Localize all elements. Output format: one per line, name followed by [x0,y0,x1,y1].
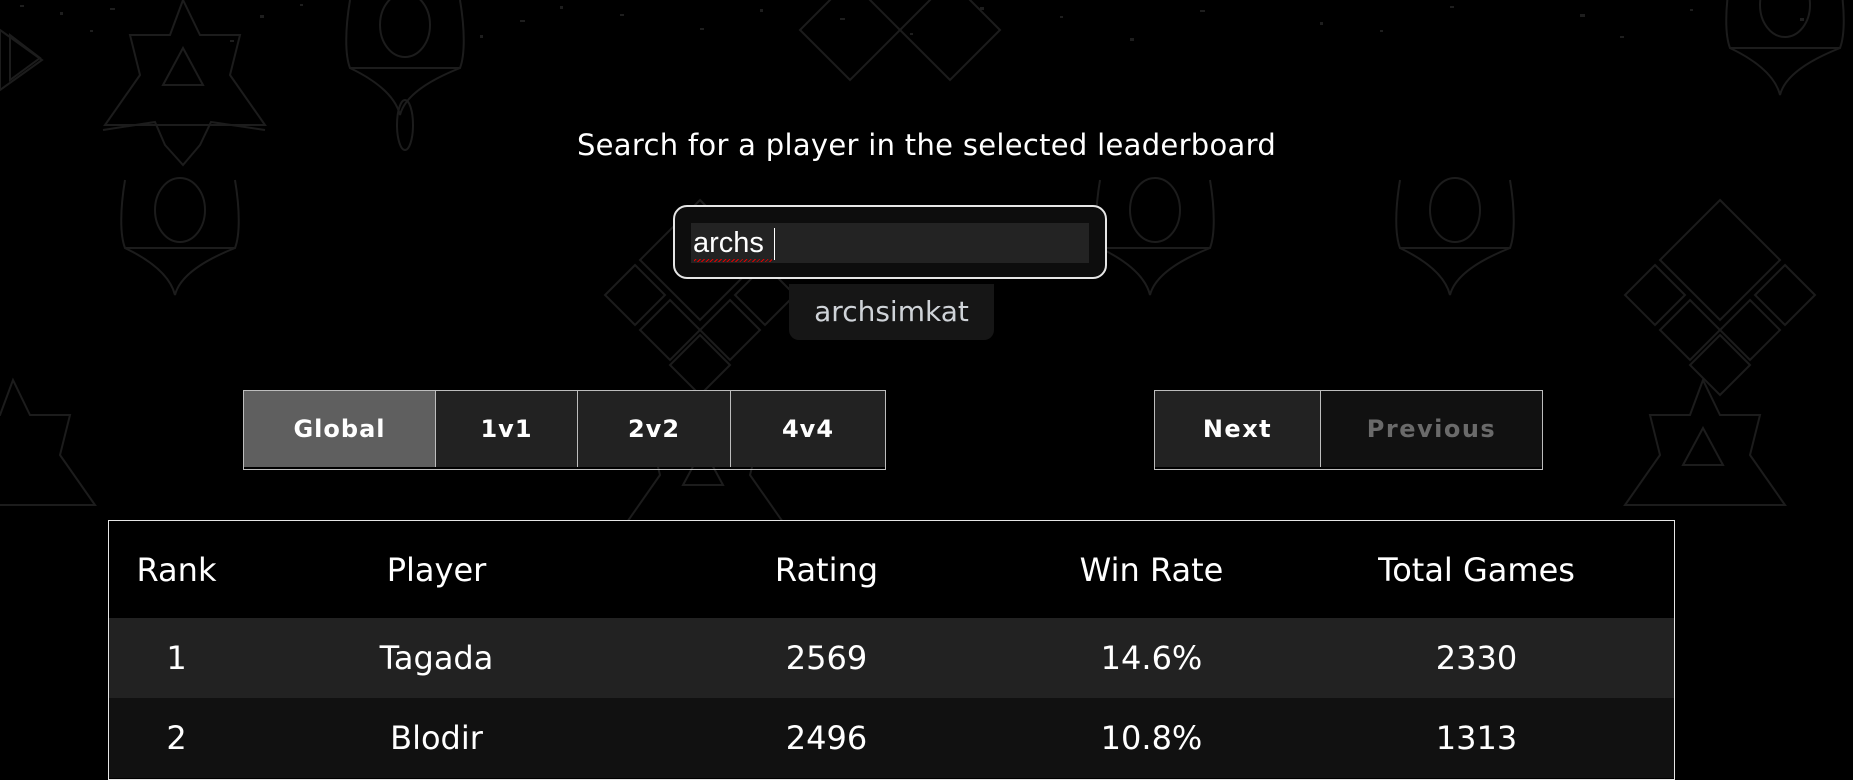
table-row[interactable]: 2 Blodir 2496 10.8% 1313 [109,698,1674,778]
leaderboard-tabs: Global 1v1 2v2 4v4 [243,390,886,470]
cell-rank: 1 [109,618,244,698]
tab-4v4[interactable]: 4v4 [730,391,885,467]
search-suggestion-item[interactable]: archsimkat [789,284,994,340]
search-box [673,205,1107,279]
table-row[interactable]: 1 Tagada 2569 14.6% 2330 [109,618,1674,698]
spellcheck-underline [694,259,772,262]
cell-player: Tagada [244,618,629,698]
cell-total-games: 1313 [1279,698,1674,778]
cell-rating: 2569 [629,618,1024,698]
search-title: Search for a player in the selected lead… [576,128,1277,162]
next-button[interactable]: Next [1155,391,1320,467]
cell-win-rate: 14.6% [1024,618,1279,698]
cell-win-rate: 10.8% [1024,698,1279,778]
cell-player: Blodir [244,698,629,778]
header-player: Player [244,521,629,618]
leaderboard-table: Rank Player Rating Win Rate Total Games … [108,520,1675,780]
header-win-rate: Win Rate [1024,521,1279,618]
tab-1v1[interactable]: 1v1 [435,391,577,467]
leaderboard-page: Search for a player in the selected lead… [0,0,1853,780]
cell-total-games: 2330 [1279,618,1674,698]
tab-global[interactable]: Global [244,391,435,467]
cell-rank: 2 [109,698,244,778]
pagination: Next Previous [1154,390,1543,470]
header-total-games: Total Games [1279,521,1674,618]
table-header-row: Rank Player Rating Win Rate Total Games [109,521,1674,618]
header-rating: Rating [629,521,1024,618]
text-caret [774,228,775,260]
tab-2v2[interactable]: 2v2 [577,391,730,467]
player-search-input[interactable] [691,223,1089,263]
previous-button[interactable]: Previous [1320,391,1542,467]
cell-rating: 2496 [629,698,1024,778]
header-rank: Rank [109,521,244,618]
